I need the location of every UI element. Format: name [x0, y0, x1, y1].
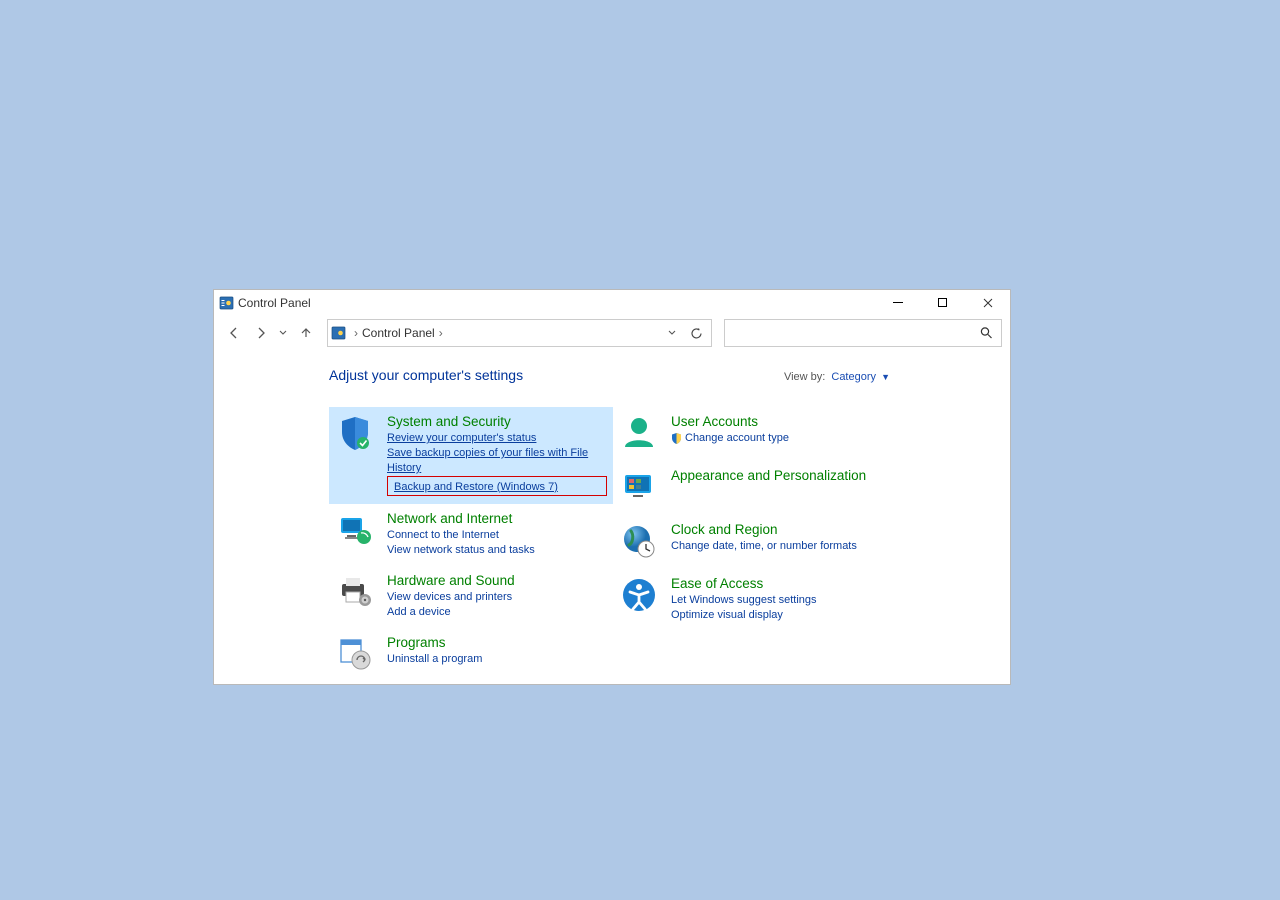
chevron-down-icon: ▼ — [881, 372, 890, 382]
highlight-box: Backup and Restore (Windows 7) — [387, 476, 607, 496]
category-ease-of-access[interactable]: Ease of Access Let Windows suggest setti… — [613, 569, 913, 631]
uac-shield-icon — [671, 433, 682, 444]
back-button[interactable] — [222, 322, 245, 345]
ease-of-access-icon — [619, 575, 659, 615]
category-network-and-internet[interactable]: Network and Internet Connect to the Inte… — [329, 504, 613, 566]
up-button[interactable] — [294, 322, 317, 345]
clock-icon — [619, 521, 659, 561]
view-by-label: View by: — [784, 371, 825, 383]
titlebar: Control Panel — [214, 290, 1010, 315]
close-button[interactable] — [965, 290, 1010, 315]
nav-row: › Control Panel › — [214, 315, 1010, 351]
category-title[interactable]: Programs — [387, 634, 482, 652]
category-appearance-personalization[interactable]: Appearance and Personalization — [613, 461, 913, 515]
category-programs[interactable]: Programs Uninstall a program — [329, 628, 613, 682]
appearance-icon — [619, 467, 659, 507]
category-title[interactable]: Appearance and Personalization — [671, 467, 866, 485]
category-hardware-and-sound[interactable]: Hardware and Sound View devices and prin… — [329, 566, 613, 628]
shield-icon — [335, 413, 375, 453]
window-title: Control Panel — [238, 296, 311, 310]
recent-locations-button[interactable] — [276, 322, 290, 345]
printer-icon — [335, 572, 375, 612]
link-file-history[interactable]: Save backup copies of your files with Fi… — [387, 446, 607, 476]
category-column-left: System and Security Review your computer… — [329, 407, 613, 682]
category-title[interactable]: System and Security — [387, 413, 607, 431]
page-heading: Adjust your computer's settings — [329, 367, 523, 383]
category-title[interactable]: Ease of Access — [671, 575, 817, 593]
link-optimize-display[interactable]: Optimize visual display — [671, 608, 817, 623]
content-area: Adjust your computer's settings View by:… — [214, 351, 1010, 684]
control-panel-icon — [219, 296, 234, 310]
category-title[interactable]: User Accounts — [671, 413, 789, 431]
link-backup-restore[interactable]: Backup and Restore (Windows 7) — [394, 481, 558, 493]
category-title[interactable]: Clock and Region — [671, 521, 857, 539]
search-input[interactable] — [724, 319, 1002, 347]
control-panel-window: Control Panel — [213, 289, 1011, 685]
breadcrumb-root[interactable]: Control Panel — [362, 326, 435, 340]
maximize-button[interactable] — [920, 290, 965, 315]
network-icon — [335, 510, 375, 550]
address-icon — [331, 326, 346, 340]
link-connect-internet[interactable]: Connect to the Internet — [387, 528, 535, 543]
user-accounts-icon — [619, 413, 659, 453]
minimize-button[interactable] — [875, 290, 920, 315]
forward-button[interactable] — [249, 322, 272, 345]
category-user-accounts[interactable]: User Accounts Change account type — [613, 407, 913, 461]
refresh-button[interactable] — [682, 327, 711, 340]
breadcrumb-sep-icon: › — [435, 326, 447, 340]
link-network-status[interactable]: View network status and tasks — [387, 543, 535, 558]
address-history-button[interactable] — [662, 329, 682, 337]
link-change-date-time[interactable]: Change date, time, or number formats — [671, 539, 857, 554]
category-title[interactable]: Hardware and Sound — [387, 572, 515, 590]
link-review-status[interactable]: Review your computer's status — [387, 431, 607, 446]
category-system-and-security[interactable]: System and Security Review your computer… — [329, 407, 613, 504]
link-windows-suggest[interactable]: Let Windows suggest settings — [671, 593, 817, 608]
address-bar[interactable]: › Control Panel › — [327, 319, 712, 347]
view-by-value: Category — [831, 371, 876, 383]
view-by-selector[interactable]: View by: Category ▼ — [784, 371, 890, 383]
link-change-account-type[interactable]: Change account type — [685, 431, 789, 446]
programs-icon — [335, 634, 375, 674]
search-icon — [980, 327, 993, 340]
category-clock-and-region[interactable]: Clock and Region Change date, time, or n… — [613, 515, 913, 569]
breadcrumb-sep-icon: › — [350, 326, 362, 340]
link-uninstall-program[interactable]: Uninstall a program — [387, 652, 482, 667]
link-devices-printers[interactable]: View devices and printers — [387, 590, 515, 605]
category-column-right: User Accounts Change account type — [613, 407, 913, 682]
category-title[interactable]: Network and Internet — [387, 510, 535, 528]
link-add-device[interactable]: Add a device — [387, 605, 515, 620]
